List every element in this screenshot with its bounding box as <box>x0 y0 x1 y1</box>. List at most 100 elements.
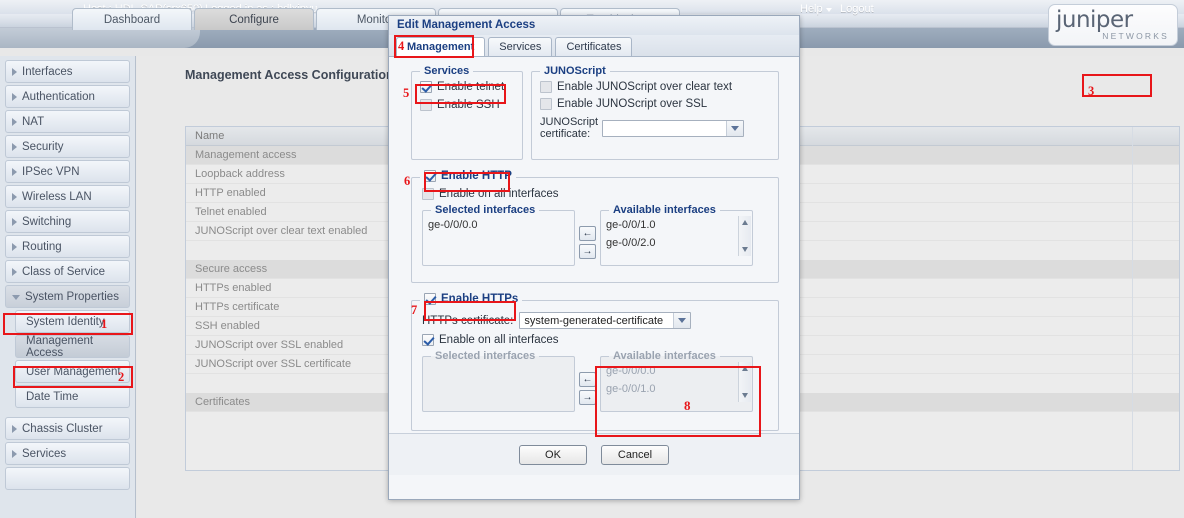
http-selected-interfaces-list[interactable]: ge-0/0/0.0 <box>423 216 574 256</box>
annotation-number-2: 2 <box>118 370 125 384</box>
sidebar-item-system-identity[interactable]: System Identity <box>15 310 130 333</box>
https-available-scrollbar[interactable] <box>738 362 751 402</box>
help-menu[interactable]: Help <box>800 3 823 15</box>
checkbox-unchecked-icon <box>420 99 432 111</box>
junoscript-clear-text-label: Enable JUNOScript over clear text <box>557 81 733 93</box>
enable-telnet-checkbox[interactable]: Enable telnet <box>420 81 504 93</box>
sidebar-item-management-access[interactable]: Management Access <box>15 335 130 359</box>
page-title: Management Access Configuration <box>185 68 394 82</box>
sidebar-item-interfaces[interactable]: Interfaces <box>5 60 130 83</box>
sidebar-item-ipsec-vpn-label: IPSec VPN <box>22 165 80 178</box>
chevron-down-icon <box>826 8 832 12</box>
https-move-left-button[interactable]: ← <box>579 372 596 387</box>
scroll-up-icon[interactable] <box>742 366 748 371</box>
table-cell-name: SSH enabled <box>195 320 260 332</box>
enable-https-checkbox[interactable]: Enable HTTPs <box>424 293 518 305</box>
http-move-right-button[interactable]: → <box>579 244 596 259</box>
sidebar-item-interfaces-label: Interfaces <box>22 65 73 78</box>
sidebar-item-date-time-label: Date Time <box>26 390 79 403</box>
chevron-right-icon <box>12 217 17 226</box>
logout-link[interactable]: Logout <box>840 3 874 15</box>
https-move-right-button[interactable]: → <box>579 390 596 405</box>
list-item[interactable]: ge-0/0/0.0 <box>601 362 752 380</box>
tab-management[interactable]: Management <box>396 37 486 56</box>
sidebar-item-routing[interactable]: Routing <box>5 235 130 258</box>
tab-certificates-label: Certificates <box>566 41 622 53</box>
scroll-down-icon[interactable] <box>742 247 748 252</box>
enable-ssh-checkbox[interactable]: Enable SSH <box>420 99 500 111</box>
annotation-number-5: 5 <box>403 86 410 100</box>
dialog-footer: OK Cancel <box>389 433 799 475</box>
tab-services[interactable]: Services <box>488 37 553 56</box>
sidebar-item-system-properties-label: System Properties <box>25 290 119 303</box>
chevron-right-icon <box>12 267 17 276</box>
sidebar-item-wireless-lan-label: Wireless LAN <box>22 190 92 203</box>
sidebar-item-wireless-lan[interactable]: Wireless LAN <box>5 185 130 208</box>
nav-tab-dashboard-label: Dashboard <box>103 13 161 26</box>
https-available-interfaces-list[interactable]: ge-0/0/0.0 ge-0/0/1.0 <box>601 362 752 402</box>
sidebar-item-chassis-cluster[interactable]: Chassis Cluster <box>5 417 130 440</box>
table-cell-name: Telnet enabled <box>195 206 267 218</box>
chevron-right-icon <box>12 117 17 126</box>
checkbox-checked-icon <box>424 293 436 305</box>
nav-tab-configure[interactable]: Configure <box>194 8 314 30</box>
dialog-tab-bar: Management Services Certificates <box>389 35 799 57</box>
sidebar-item-chassis-cluster-label: Chassis Cluster <box>22 422 103 435</box>
sidebar-item-nat-label: NAT <box>22 115 45 128</box>
enable-telnet-label: Enable telnet <box>437 81 505 93</box>
junoscript-group-legend: JUNOScript <box>544 65 606 77</box>
https-certificate-select[interactable]: system-generated-certificate <box>519 312 692 329</box>
sidebar-item-routing-label: Routing <box>22 240 62 253</box>
sidebar-item-nat[interactable]: NAT <box>5 110 130 133</box>
junoscript-clear-text-checkbox[interactable]: Enable JUNOScript over clear text <box>540 81 732 93</box>
junoscript-certificate-label-line2: certificate: <box>540 128 591 140</box>
annotation-number-1: 1 <box>101 317 108 331</box>
sidebar-item-ipsec-vpn[interactable]: IPSec VPN <box>5 160 130 183</box>
sidebar-item-system-properties[interactable]: System Properties <box>5 285 130 308</box>
scroll-down-icon[interactable] <box>742 393 748 398</box>
sidebar-item-date-time[interactable]: Date Time <box>15 385 130 408</box>
https-selected-interfaces-legend: Selected interfaces <box>435 350 536 362</box>
cancel-button[interactable]: Cancel <box>601 444 669 465</box>
nav-tab-dashboard[interactable]: Dashboard <box>72 8 192 30</box>
sidebar-item-switching[interactable]: Switching <box>5 210 130 233</box>
https-certificate-value: system-generated-certificate <box>524 314 664 327</box>
sidebar-item-user-management[interactable]: User Management <box>15 360 130 383</box>
list-item[interactable]: ge-0/0/2.0 <box>601 234 752 252</box>
http-move-left-button[interactable]: ← <box>579 226 596 241</box>
enable-http-checkbox[interactable]: Enable HTTP <box>424 170 512 182</box>
chevron-right-icon <box>12 142 17 151</box>
http-available-scrollbar[interactable] <box>738 216 751 256</box>
services-group-legend: Services <box>424 65 470 77</box>
http-enable-all-interfaces-checkbox[interactable]: Enable on all interfaces <box>422 188 559 200</box>
enable-http-label: Enable HTTP <box>441 170 512 182</box>
tab-certificates[interactable]: Certificates <box>555 37 633 56</box>
juniper-logo-wordmark: juniper <box>1056 7 1133 33</box>
sidebar-item-authentication[interactable]: Authentication <box>5 85 130 108</box>
sidebar-item-extra[interactable] <box>5 467 130 490</box>
sidebar-item-class-of-service[interactable]: Class of Service <box>5 260 130 283</box>
junoscript-certificate-select[interactable] <box>602 119 744 137</box>
scroll-up-icon[interactable] <box>742 220 748 225</box>
http-group-legend: Enable HTTP <box>420 170 516 185</box>
table-cell-name: Loopback address <box>195 168 285 180</box>
list-item[interactable]: ge-0/0/1.0 <box>601 380 752 398</box>
list-item[interactable]: ge-0/0/1.0 <box>601 216 752 234</box>
ok-button[interactable]: OK <box>519 444 587 465</box>
sidebar-item-services[interactable]: Services <box>5 442 130 465</box>
https-enable-all-interfaces-checkbox[interactable]: Enable on all interfaces <box>422 334 559 346</box>
edit-management-access-dialog: Edit Management Access Management Servic… <box>388 15 800 500</box>
table-cell-name: JUNOScript over clear text enabled <box>195 225 368 237</box>
junoscript-ssl-checkbox[interactable]: Enable JUNOScript over SSL <box>540 98 707 110</box>
sidebar-item-security[interactable]: Security <box>5 135 130 158</box>
https-transfer-buttons: ← → <box>575 350 600 408</box>
sub-header-left-cap <box>0 28 200 48</box>
juniper-logo: juniper NETWORKS <box>1048 4 1178 46</box>
junoscript-ssl-label: Enable JUNOScript over SSL <box>557 98 708 110</box>
list-item[interactable]: ge-0/0/0.0 <box>423 216 574 234</box>
https-available-interfaces-group: Available interfaces ge-0/0/0.0 ge-0/0/1… <box>600 350 753 412</box>
http-available-interfaces-group: Available interfaces ge-0/0/1.0 ge-0/0/2… <box>600 204 753 266</box>
http-available-interfaces-list[interactable]: ge-0/0/1.0 ge-0/0/2.0 <box>601 216 752 256</box>
checkbox-unchecked-icon <box>540 81 552 93</box>
nav-tab-configure-label: Configure <box>229 13 279 26</box>
